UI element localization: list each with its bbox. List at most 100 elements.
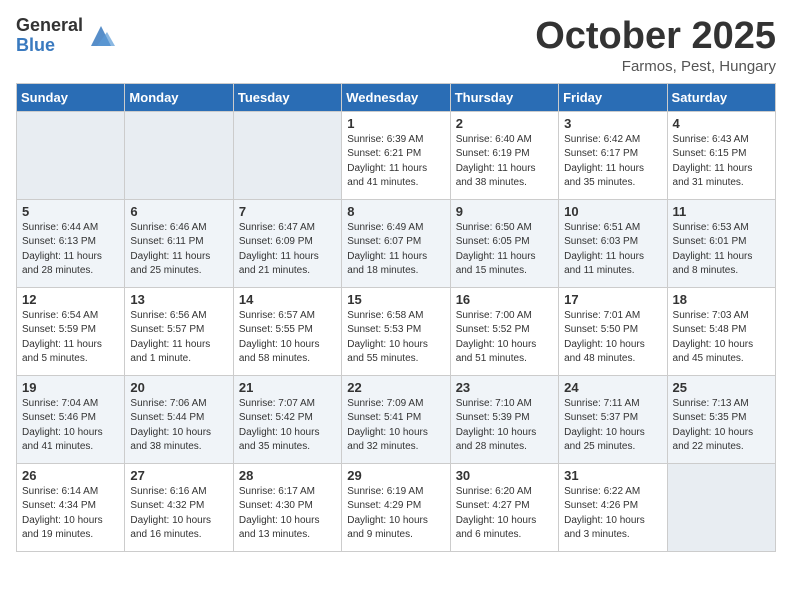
day-info: Sunrise: 7:06 AMSunset: 5:44 PMDaylight:… [130,397,227,455]
calendar-cell: 25 Sunrise: 7:13 AMSunset: 5:35 PMDayligh… [667,375,775,463]
day-info: Sunrise: 6:46 AMSunset: 6:11 PMDaylight:… [130,221,227,279]
week-row-2: 5 Sunrise: 6:44 AMSunset: 6:13 PMDaylight… [17,199,776,287]
day-info: Sunrise: 7:07 AMSunset: 5:42 PMDaylight:… [239,397,336,455]
calendar-cell: 10 Sunrise: 6:51 AMSunset: 6:03 PMDayligh… [559,199,667,287]
day-info: Sunrise: 7:13 AMSunset: 5:35 PMDaylight:… [673,397,770,455]
column-header-saturday: Saturday [667,83,775,111]
day-info: Sunrise: 7:01 AMSunset: 5:50 PMDaylight:… [564,309,661,367]
day-number: 18 [673,292,770,307]
week-row-3: 12 Sunrise: 6:54 AMSunset: 5:59 PMDayligh… [17,287,776,375]
day-info: Sunrise: 6:56 AMSunset: 5:57 PMDaylight:… [130,309,227,367]
day-info: Sunrise: 6:43 AMSunset: 6:15 PMDaylight:… [673,133,770,191]
calendar-cell: 23 Sunrise: 7:10 AMSunset: 5:39 PMDayligh… [450,375,558,463]
day-number: 24 [564,380,661,395]
calendar-cell: 1 Sunrise: 6:39 AMSunset: 6:21 PMDaylight… [342,111,450,199]
day-number: 29 [347,468,444,483]
calendar-cell: 6 Sunrise: 6:46 AMSunset: 6:11 PMDaylight… [125,199,233,287]
day-number: 4 [673,116,770,131]
day-info: Sunrise: 6:22 AMSunset: 4:26 PMDaylight:… [564,485,661,543]
calendar-cell: 19 Sunrise: 7:04 AMSunset: 5:46 PMDayligh… [17,375,125,463]
day-info: Sunrise: 7:09 AMSunset: 5:41 PMDaylight:… [347,397,444,455]
day-number: 30 [456,468,553,483]
day-info: Sunrise: 6:58 AMSunset: 5:53 PMDaylight:… [347,309,444,367]
day-number: 5 [22,204,119,219]
day-number: 17 [564,292,661,307]
calendar-cell: 26 Sunrise: 6:14 AMSunset: 4:34 PMDayligh… [17,463,125,551]
day-number: 9 [456,204,553,219]
day-info: Sunrise: 6:39 AMSunset: 6:21 PMDaylight:… [347,133,444,191]
day-number: 26 [22,468,119,483]
day-number: 27 [130,468,227,483]
calendar-cell: 17 Sunrise: 7:01 AMSunset: 5:50 PMDayligh… [559,287,667,375]
column-header-tuesday: Tuesday [233,83,341,111]
day-number: 23 [456,380,553,395]
day-info: Sunrise: 6:53 AMSunset: 6:01 PMDaylight:… [673,221,770,279]
day-number: 12 [22,292,119,307]
calendar-cell [125,111,233,199]
day-number: 28 [239,468,336,483]
day-info: Sunrise: 7:04 AMSunset: 5:46 PMDaylight:… [22,397,119,455]
day-info: Sunrise: 6:17 AMSunset: 4:30 PMDaylight:… [239,485,336,543]
day-number: 6 [130,204,227,219]
day-number: 10 [564,204,661,219]
day-number: 31 [564,468,661,483]
week-row-4: 19 Sunrise: 7:04 AMSunset: 5:46 PMDayligh… [17,375,776,463]
week-row-1: 1 Sunrise: 6:39 AMSunset: 6:21 PMDaylight… [17,111,776,199]
logo: General Blue [16,16,115,56]
calendar-cell: 7Sunrise: 6:47 AMSunset: 6:09 PMDaylight… [233,199,341,287]
day-info: Sunrise: 6:20 AMSunset: 4:27 PMDaylight:… [456,485,553,543]
day-number: 19 [22,380,119,395]
column-header-monday: Monday [125,83,233,111]
calendar-cell: 24Sunrise: 7:11 AMSunset: 5:37 PMDayligh… [559,375,667,463]
calendar-cell: 29 Sunrise: 6:19 AMSunset: 4:29 PMDayligh… [342,463,450,551]
calendar-cell: 15Sunrise: 6:58 AMSunset: 5:53 PMDayligh… [342,287,450,375]
calendar-cell: 14 Sunrise: 6:57 AMSunset: 5:55 PMDayligh… [233,287,341,375]
day-info: Sunrise: 6:19 AMSunset: 4:29 PMDaylight:… [347,485,444,543]
calendar-cell [233,111,341,199]
title-block: October 2025 Farmos, Pest, Hungary [535,16,776,75]
calendar-cell: 21 Sunrise: 7:07 AMSunset: 5:42 PMDayligh… [233,375,341,463]
day-number: 1 [347,116,444,131]
day-info: Sunrise: 7:10 AMSunset: 5:39 PMDaylight:… [456,397,553,455]
day-info: Sunrise: 6:49 AMSunset: 6:07 PMDaylight:… [347,221,444,279]
calendar-cell: 22 Sunrise: 7:09 AMSunset: 5:41 PMDayligh… [342,375,450,463]
page-header: General Blue October 2025 Farmos, Pest, … [16,16,776,75]
day-info: Sunrise: 6:50 AMSunset: 6:05 PMDaylight:… [456,221,553,279]
day-info: Sunrise: 6:57 AMSunset: 5:55 PMDaylight:… [239,309,336,367]
day-number: 14 [239,292,336,307]
day-info: Sunrise: 6:44 AMSunset: 6:13 PMDaylight:… [22,221,119,279]
day-number: 11 [673,204,770,219]
day-number: 22 [347,380,444,395]
day-info: Sunrise: 6:51 AMSunset: 6:03 PMDaylight:… [564,221,661,279]
calendar-cell [17,111,125,199]
calendar-cell: 18 Sunrise: 7:03 AMSunset: 5:48 PMDayligh… [667,287,775,375]
calendar-cell: 31 Sunrise: 6:22 AMSunset: 4:26 PMDayligh… [559,463,667,551]
day-info: Sunrise: 7:03 AMSunset: 5:48 PMDaylight:… [673,309,770,367]
day-info: Sunrise: 6:54 AMSunset: 5:59 PMDaylight:… [22,309,119,367]
day-info: Sunrise: 6:40 AMSunset: 6:19 PMDaylight:… [456,133,553,191]
column-header-thursday: Thursday [450,83,558,111]
calendar-cell: 4 Sunrise: 6:43 AMSunset: 6:15 PMDaylight… [667,111,775,199]
calendar-cell: 3Sunrise: 6:42 AMSunset: 6:17 PMDaylight… [559,111,667,199]
calendar-table: SundayMondayTuesdayWednesdayThursdayFrid… [16,83,776,552]
calendar-cell: 30 Sunrise: 6:20 AMSunset: 4:27 PMDayligh… [450,463,558,551]
day-number: 3 [564,116,661,131]
day-info: Sunrise: 7:00 AMSunset: 5:52 PMDaylight:… [456,309,553,367]
logo-blue: Blue [16,36,83,56]
day-info: Sunrise: 6:14 AMSunset: 4:34 PMDaylight:… [22,485,119,543]
month-title: October 2025 [535,16,776,58]
calendar-cell: 20Sunrise: 7:06 AMSunset: 5:44 PMDayligh… [125,375,233,463]
calendar-cell: 5 Sunrise: 6:44 AMSunset: 6:13 PMDaylight… [17,199,125,287]
day-info: Sunrise: 6:16 AMSunset: 4:32 PMDaylight:… [130,485,227,543]
calendar-cell: 2Sunrise: 6:40 AMSunset: 6:19 PMDaylight… [450,111,558,199]
logo-text: General Blue [16,16,83,56]
day-number: 21 [239,380,336,395]
logo-icon [87,22,115,50]
calendar-cell: 16Sunrise: 7:00 AMSunset: 5:52 PMDayligh… [450,287,558,375]
column-header-wednesday: Wednesday [342,83,450,111]
day-number: 25 [673,380,770,395]
calendar-cell: 9 Sunrise: 6:50 AMSunset: 6:05 PMDaylight… [450,199,558,287]
calendar-cell: 8Sunrise: 6:49 AMSunset: 6:07 PMDaylight… [342,199,450,287]
day-number: 7 [239,204,336,219]
header-row: SundayMondayTuesdayWednesdayThursdayFrid… [17,83,776,111]
